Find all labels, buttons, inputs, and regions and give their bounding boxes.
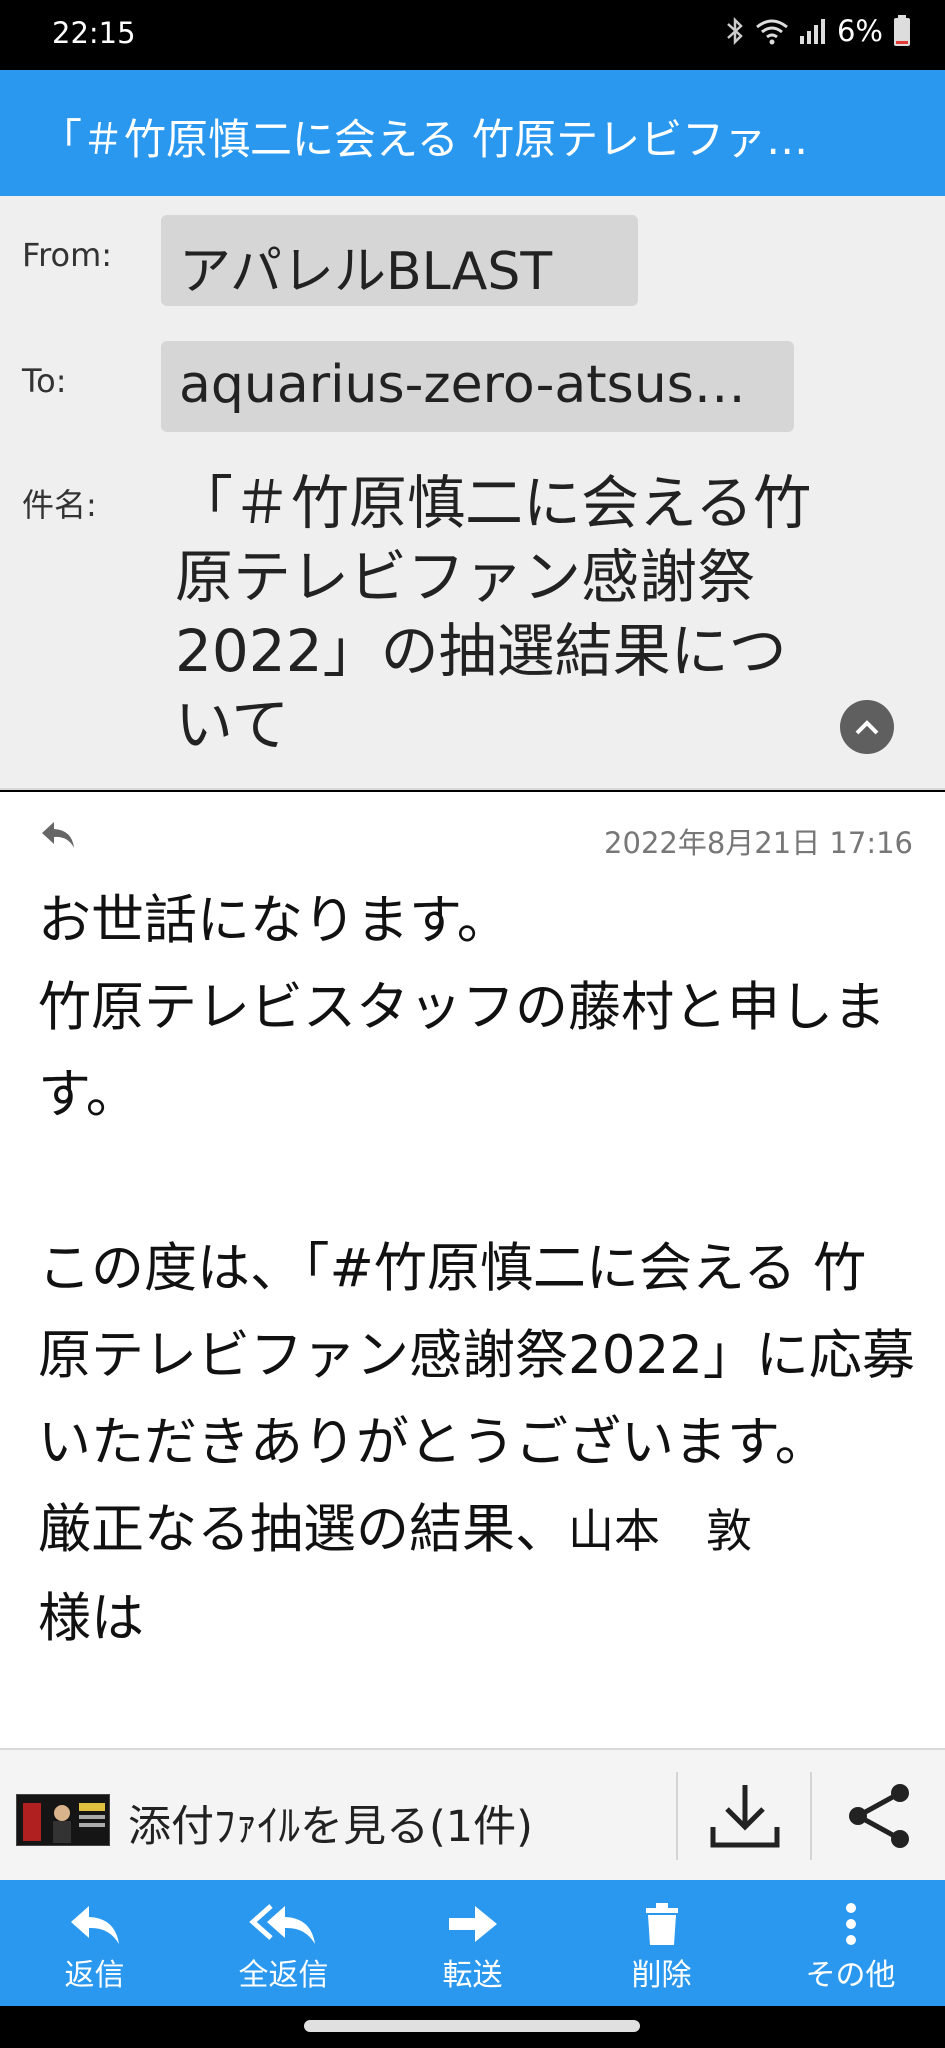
- signal-icon: [799, 18, 827, 44]
- from-chip[interactable]: アパレルBLAST: [161, 215, 638, 306]
- forward-label: 転送: [442, 1958, 503, 1993]
- bluetooth-icon: [725, 16, 745, 46]
- share-button[interactable]: [825, 1772, 935, 1860]
- mail-header-panel: From: アパレルBLAST To: aquarius-zero-atsus……: [0, 196, 945, 790]
- divider: [676, 1772, 678, 1860]
- mail-title: 「＃竹原慎二に会える 竹原テレビファ…: [40, 115, 809, 164]
- status-time: 22:15: [52, 16, 136, 50]
- attachment-label[interactable]: 添付ﾌｧｲﾙを見る(1件): [128, 1792, 533, 1854]
- subject-text: 「＃竹原慎二に会える竹原テレビファン感謝祭2022」の抽選結果について: [175, 469, 812, 759]
- delete-button[interactable]: 削除: [567, 1880, 756, 2006]
- download-icon: [710, 1785, 780, 1848]
- download-button[interactable]: [690, 1772, 800, 1860]
- to-chip[interactable]: aquarius-zero-atsus…: [161, 341, 794, 432]
- home-gesture-bar[interactable]: [304, 2020, 640, 2032]
- body-main: お世話になります。 竹原テレビスタッフの藤村と申します。 この度は、「#竹原慎二…: [38, 890, 915, 1560]
- mail-date: 2022年8月21日 17:16: [604, 826, 913, 860]
- reply-all-label: 全返信: [238, 1958, 329, 1993]
- reply-all-button[interactable]: 全返信: [189, 1880, 378, 2006]
- divider: [810, 1772, 812, 1860]
- reply-all-icon: [248, 1904, 315, 1944]
- wifi-icon: [755, 17, 789, 45]
- subject-label: 件名:: [22, 486, 97, 524]
- body-after: 様は: [38, 1588, 144, 1649]
- share-icon: [849, 1784, 909, 1848]
- collapse-header-button[interactable]: [840, 700, 894, 754]
- forward-icon: [448, 1906, 497, 1942]
- delete-label: 削除: [631, 1958, 692, 1993]
- status-icons: 6%: [725, 14, 911, 48]
- battery-icon: [893, 15, 911, 47]
- more-label: その他: [805, 1958, 896, 1993]
- reply-label: 返信: [64, 1958, 125, 1993]
- more-button[interactable]: その他: [756, 1880, 945, 2006]
- chevron-up-icon: [855, 720, 879, 735]
- to-label: To:: [22, 362, 67, 400]
- battery-text: 6%: [836, 14, 883, 48]
- bottom-toolbar: 返信 全返信 転送 削除 その他: [0, 1880, 945, 2006]
- forward-button[interactable]: 転送: [378, 1880, 567, 2006]
- status-bar: 22:15 6%: [0, 0, 945, 70]
- attachment-bar: 添付ﾌｧｲﾙを見る(1件): [0, 1748, 945, 1880]
- reply-button[interactable]: 返信: [0, 1880, 189, 2006]
- mail-body-text: お世話になります。 竹原テレビスタッフの藤村と申します。 この度は、「#竹原慎二…: [38, 877, 918, 1662]
- title-bar: 「＃竹原慎二に会える 竹原テレビファ…: [0, 70, 945, 196]
- body-recipient-name: 山本 敦: [568, 1504, 752, 1558]
- attachment-thumbnail[interactable]: [16, 1794, 110, 1846]
- trash-icon: [645, 1903, 678, 1945]
- mail-body-panel[interactable]: 2022年8月21日 17:16 お世話になります。 竹原テレビスタッフの藤村と…: [0, 792, 945, 1748]
- gesture-area: [0, 2006, 945, 2048]
- reply-indicator-icon: [38, 818, 78, 856]
- reply-icon: [70, 1906, 119, 1944]
- from-label: From:: [22, 236, 113, 274]
- more-vertical-icon: [845, 1903, 856, 1945]
